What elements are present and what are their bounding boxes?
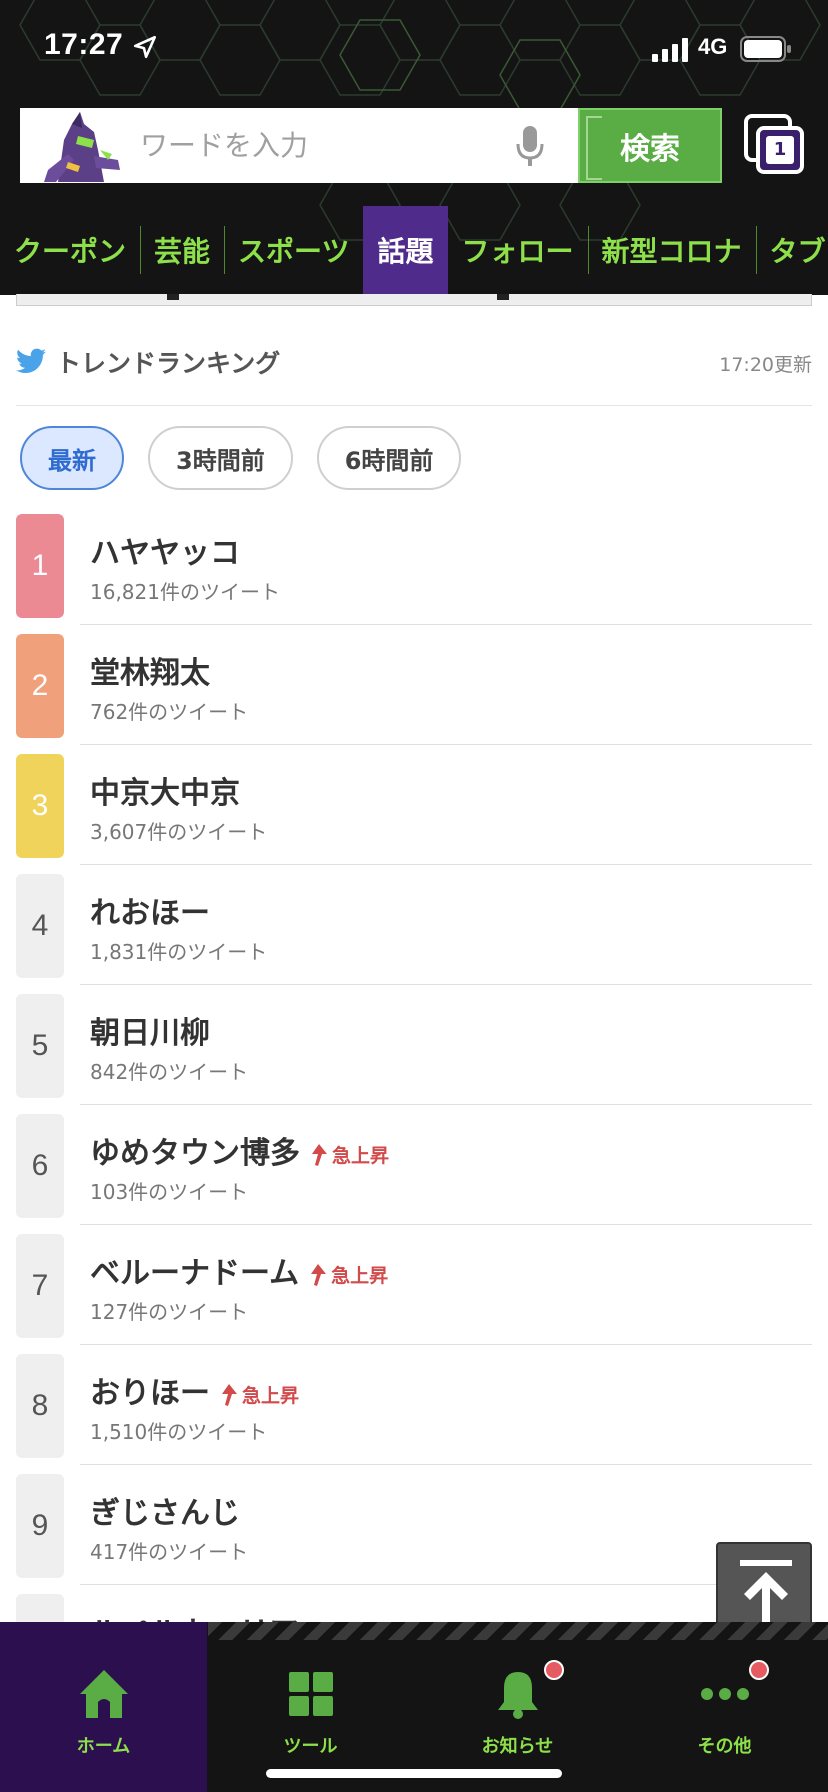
tweet-count: 1,510件のツイート (90, 1420, 268, 1444)
trend-word[interactable]: おりほー (90, 1376, 210, 1411)
nav-notifications-label: お知らせ (481, 1736, 554, 1757)
twitter-bird-icon (16, 348, 46, 373)
category-tab-more[interactable]: タブ (755, 206, 828, 294)
trend-word[interactable]: ハヤヤッコ (90, 528, 240, 572)
tweet-count: 762件のツイート (90, 700, 249, 724)
nav-notifications[interactable]: お知らせ (414, 1622, 621, 1792)
network-type: 4G (698, 34, 728, 59)
status-bar: 17:27 4G (0, 0, 828, 100)
trend-row[interactable]: 4 れおほー 1,831件のツイート (16, 874, 812, 994)
rank-number: 9 (16, 1474, 64, 1578)
trend-word[interactable]: ゆめタウン博多 (90, 1136, 300, 1171)
rising-arrow-icon (222, 1383, 237, 1406)
trend-row[interactable]: 2 堂林翔太 762件のツイート (16, 634, 812, 754)
trend-row[interactable]: 6 ゆめタウン博多 急上昇 103件のツイート (16, 1114, 812, 1234)
filter-3h-ago[interactable]: 3時間前 (148, 426, 293, 490)
tweet-count: 1,831件のツイート (90, 940, 268, 964)
tweet-count: 16,821件のツイート (90, 580, 280, 604)
notification-badge (544, 1660, 564, 1680)
category-tab-follow[interactable]: フォロー (448, 206, 588, 294)
search-button[interactable]: 検索 (578, 108, 722, 183)
home-icon (80, 1670, 128, 1718)
rank-number: 8 (16, 1354, 64, 1458)
trend-word[interactable]: ぎじさんじ (90, 1488, 240, 1532)
notification-badge (749, 1660, 769, 1680)
rank-number: 7 (16, 1234, 64, 1338)
app-header: 17:27 4G ワードを入力 検索 1 クーポン 芸能 スポーツ 話題 フォロ… (0, 0, 828, 295)
tweet-count: 842件のツイート (90, 1060, 249, 1084)
trend-word[interactable]: 中京大中京 (90, 768, 240, 812)
category-tab-sports[interactable]: スポーツ (224, 206, 363, 294)
battery-icon (740, 36, 791, 62)
rising-arrow-icon (311, 1263, 327, 1286)
nav-more-label: その他 (697, 1736, 752, 1757)
rising-badge: 急上昇 (309, 1261, 388, 1288)
category-tab-coupon[interactable]: クーポン (0, 206, 140, 294)
trend-row[interactable]: 1 ハヤヤッコ 16,821件のツイート (16, 514, 812, 634)
trend-ranking-header: トレンドランキング 17:20更新 (16, 340, 812, 406)
trend-row[interactable]: 8 おりほー 急上昇 1,510件のツイート (16, 1354, 812, 1474)
rising-label: 急上昇 (332, 1145, 390, 1167)
trend-ranking-title: トレンドランキング (56, 349, 281, 378)
category-nav: クーポン 芸能 スポーツ 話題 フォロー 新型コロナ タブ (0, 206, 828, 294)
trend-word[interactable]: 堂林翔太 (90, 648, 210, 692)
filter-6h-ago[interactable]: 6時間前 (316, 426, 462, 490)
signal-icon (652, 38, 688, 62)
browser-tabs-button[interactable]: 1 (744, 114, 806, 178)
rising-label: 急上昇 (331, 1265, 389, 1287)
filter-latest[interactable]: 最新 (20, 426, 124, 490)
status-time: 17:27 (44, 28, 124, 61)
rising-arrow-icon (312, 1143, 327, 1166)
tweet-count: 127件のツイート (90, 1300, 249, 1324)
trend-word[interactable]: ベルーナドーム (90, 1256, 299, 1291)
nav-home[interactable]: ホーム (0, 1622, 207, 1792)
time-filter-group: 最新 3時間前 6時間前 (20, 426, 462, 490)
location-arrow-icon (133, 35, 157, 59)
trend-row[interactable]: 3 中京大中京 3,607件のツイート (16, 754, 812, 874)
trend-row[interactable]: 9 ぎじさんじ 417件のツイート (16, 1474, 812, 1594)
trend-word[interactable]: 朝日川柳 (90, 1008, 210, 1052)
category-tab-covid[interactable]: 新型コロナ (587, 206, 756, 294)
rank-number: 1 (16, 514, 64, 618)
bottom-nav: ホーム ツール お知らせ その他 (0, 1622, 828, 1792)
grid-icon (289, 1672, 333, 1716)
home-indicator (266, 1769, 562, 1778)
arrow-up-icon (740, 1560, 792, 1622)
rank-number: 3 (16, 754, 64, 858)
rising-badge: 急上昇 (220, 1381, 299, 1408)
rank-number: 6 (16, 1114, 64, 1218)
nav-more[interactable]: その他 (621, 1622, 828, 1792)
banner-edge (16, 294, 812, 306)
rising-label: 急上昇 (242, 1385, 300, 1407)
microphone-icon[interactable] (514, 124, 546, 168)
rank-number: 5 (16, 994, 64, 1098)
tweet-count: 417件のツイート (90, 1540, 249, 1564)
nav-tools[interactable]: ツール (207, 1622, 414, 1792)
tweet-count: 103件のツイート (90, 1180, 249, 1204)
rank-number: 4 (16, 874, 64, 978)
tab-count: 1 (773, 139, 787, 160)
rank-number: 2 (16, 634, 64, 738)
nav-home-label: ホーム (76, 1736, 131, 1757)
more-icon (701, 1688, 749, 1700)
trend-word[interactable]: れおほー (90, 888, 210, 932)
category-tab-entertainment[interactable]: 芸能 (140, 206, 224, 294)
category-tab-topics[interactable]: 話題 (363, 206, 448, 294)
trend-updated-time: 17:20更新 (719, 354, 812, 376)
search-bar: 検索 (20, 108, 722, 183)
bell-icon (498, 1672, 538, 1719)
eva-mascot-icon (38, 110, 126, 182)
nav-tools-label: ツール (283, 1736, 338, 1757)
trend-row[interactable]: 5 朝日川柳 842件のツイート (16, 994, 812, 1114)
trend-row[interactable]: 7 ベルーナドーム 急上昇 127件のツイート (16, 1234, 812, 1354)
trend-ranking-list: 1 ハヤヤッコ 16,821件のツイート 2 堂林翔太 762件のツイート 3 … (16, 514, 812, 1714)
rising-badge: 急上昇 (310, 1141, 389, 1168)
search-input[interactable] (140, 108, 520, 183)
tweet-count: 3,607件のツイート (90, 820, 268, 844)
